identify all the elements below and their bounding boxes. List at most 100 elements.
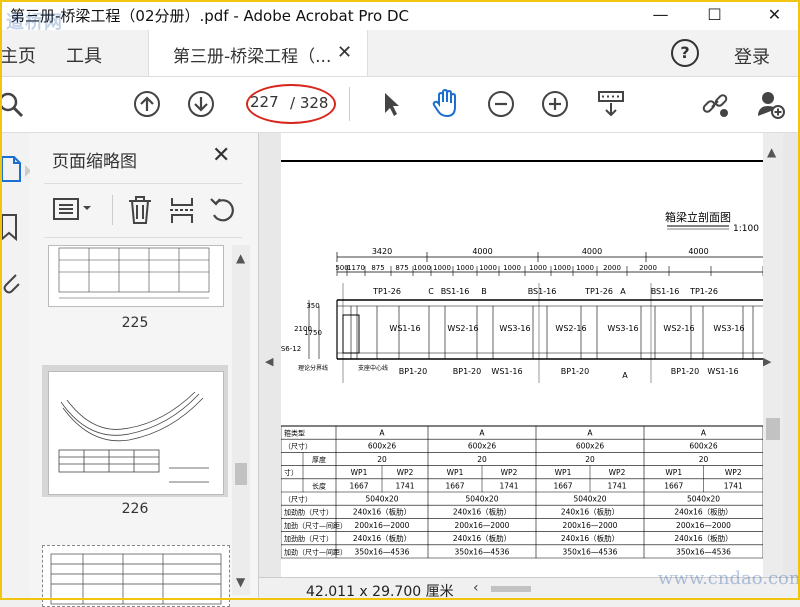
table-row-label: 加劲（尺寸—间距） xyxy=(284,521,347,530)
section-mark: C xyxy=(428,287,434,296)
table-cell: 600x26 xyxy=(689,442,718,451)
table-row-sublabel: 长度 xyxy=(312,481,326,490)
dimension-label: 1000 xyxy=(433,264,451,272)
table-cell: 240x16（板肋） xyxy=(561,533,619,543)
thumbnail-page-number: 226 xyxy=(121,501,149,517)
table-cell: 5040x20 xyxy=(465,495,498,504)
table-cell: 1667 xyxy=(445,481,464,490)
section-mark: TP1-26 xyxy=(584,287,613,296)
bottom-mark: BP1-20 xyxy=(399,367,427,376)
table-cell: 200x16—2000 xyxy=(676,521,731,530)
scroll-mode-icon[interactable] xyxy=(596,89,626,119)
thumbnail-options-icon[interactable] xyxy=(52,195,98,225)
scroll-left-icon[interactable]: ◀ xyxy=(265,355,273,368)
table-cell: WP1 xyxy=(447,468,464,477)
table-cell: 240x16（板肋） xyxy=(561,507,619,517)
table-cell: 1741 xyxy=(395,481,414,490)
page-thumbnail[interactable] xyxy=(48,371,224,495)
divider xyxy=(112,195,113,225)
page-down-icon[interactable] xyxy=(186,89,216,119)
page-thumbnail[interactable] xyxy=(48,245,224,307)
dimension-label: 4000 xyxy=(688,247,708,256)
table-cell: 240x16（板肋） xyxy=(353,533,411,543)
pdf-page: 箱梁立剖面图 1:100 3420 4000 4000 4000 500 1170 875 875… xyxy=(281,133,763,580)
thumbnail-scrollbar[interactable]: ▲ ▼ xyxy=(232,245,250,595)
bookmark-icon[interactable] xyxy=(0,213,22,241)
table-cell: 1741 xyxy=(499,481,518,490)
close-panel-button[interactable]: ✕ xyxy=(212,143,230,168)
left-navigation-rail xyxy=(0,133,31,600)
table-cell: 240x16（板肋） xyxy=(674,533,732,543)
rotate-page-icon[interactable] xyxy=(208,195,238,225)
scroll-down-icon[interactable]: ▼ xyxy=(236,575,245,589)
engineering-drawing: 箱梁立剖面图1:1003420 4000 4000 40005001170 875 875… xyxy=(281,160,763,559)
add-user-icon[interactable] xyxy=(756,89,786,119)
table-row-label: （尺寸） xyxy=(284,442,312,451)
minimize-button[interactable]: — xyxy=(638,0,683,30)
drawing-title: 箱梁立剖面图 xyxy=(665,210,731,224)
delete-page-icon[interactable] xyxy=(126,195,154,225)
scroll-up-icon[interactable]: ▲ xyxy=(767,145,776,159)
page-size-readout: 42.011 x 29.700 厘米 xyxy=(306,584,454,600)
dimension-label: 1000 xyxy=(413,264,431,272)
tab-bar: 主页 工具 ? 登录 xyxy=(0,30,800,77)
section-mark: BS1-16 xyxy=(528,287,557,296)
horizontal-scrollbar-thumb[interactable] xyxy=(491,586,531,592)
table-cell: 350x16—4536 xyxy=(676,547,731,556)
dimension-label: S6-12 xyxy=(281,345,301,353)
link-icon[interactable] xyxy=(700,89,730,119)
weld-label: WS2-16 xyxy=(663,324,694,333)
attachment-icon[interactable] xyxy=(0,269,22,295)
page-thumbnail[interactable] xyxy=(42,545,230,607)
table-row-label: 加劲肋（尺寸） xyxy=(284,534,333,543)
weld-label: WS2-16 xyxy=(555,324,586,333)
search-icon[interactable] xyxy=(0,89,30,119)
scrollbar-thumb[interactable] xyxy=(235,463,247,485)
hand-icon[interactable] xyxy=(430,87,462,119)
help-icon[interactable]: ? xyxy=(671,39,699,67)
toolbar: 227 / 328 xyxy=(0,77,800,133)
table-row-sublabel: 厚度 xyxy=(312,455,326,464)
table-row-label: 加劲肋（尺寸） xyxy=(284,508,333,517)
scrollbar-thumb[interactable] xyxy=(766,418,780,440)
dimension-label: 875 xyxy=(371,264,384,272)
scroll-left-icon[interactable]: ‹ xyxy=(473,580,479,596)
close-tab-button[interactable]: ✕ xyxy=(337,42,352,63)
maximize-button[interactable]: ☐ xyxy=(692,0,737,30)
select-arrow-icon[interactable] xyxy=(376,89,406,119)
tab-home[interactable]: 主页 xyxy=(0,42,36,68)
table-row-label: 寸） xyxy=(284,468,298,477)
scroll-right-icon[interactable]: ▶ xyxy=(763,355,771,368)
table-cell: 1667 xyxy=(553,481,572,490)
divider xyxy=(44,237,242,238)
tab-document[interactable]: 第三册-桥梁工程（... ✕ xyxy=(148,30,368,76)
close-window-button[interactable]: ✕ xyxy=(752,0,797,30)
table-cell: WP1 xyxy=(665,468,682,477)
dimension-label: 1000 xyxy=(503,264,521,272)
section-mark: TP1-26 xyxy=(689,287,718,296)
page-up-icon[interactable] xyxy=(132,89,162,119)
weld-label: WS3-16 xyxy=(713,324,744,333)
table-cell: A xyxy=(701,429,707,438)
page-thumbnails-icon[interactable] xyxy=(0,155,22,183)
tab-tools[interactable]: 工具 xyxy=(66,42,102,68)
scroll-up-icon[interactable]: ▲ xyxy=(236,251,245,265)
thumbnail-drawing xyxy=(58,391,209,483)
weld-label: WS3-16 xyxy=(499,324,530,333)
extract-pages-icon[interactable] xyxy=(168,195,196,225)
weld-label: WS1-16 xyxy=(389,324,420,333)
login-link[interactable]: 登录 xyxy=(734,43,770,69)
zoom-in-icon[interactable] xyxy=(540,89,570,119)
table-cell: 20 xyxy=(699,455,709,464)
dimension-label: 1170 xyxy=(347,264,365,272)
table-cell: 20 xyxy=(585,455,595,464)
table-row-label: 箍类型 xyxy=(284,429,305,438)
zoom-out-icon[interactable] xyxy=(486,89,516,119)
table-cell: A xyxy=(479,429,485,438)
dimension-label: 1000 xyxy=(529,264,547,272)
window-title: 第三册-桥梁工程（02分册）.pdf - Adobe Acrobat Pro D… xyxy=(10,7,409,25)
table-cell: 600x26 xyxy=(368,442,397,451)
table-cell: WP1 xyxy=(555,468,572,477)
table-row-label: 加劲（尺寸—间距） xyxy=(284,547,347,556)
dimension-label: 350 xyxy=(306,302,319,310)
